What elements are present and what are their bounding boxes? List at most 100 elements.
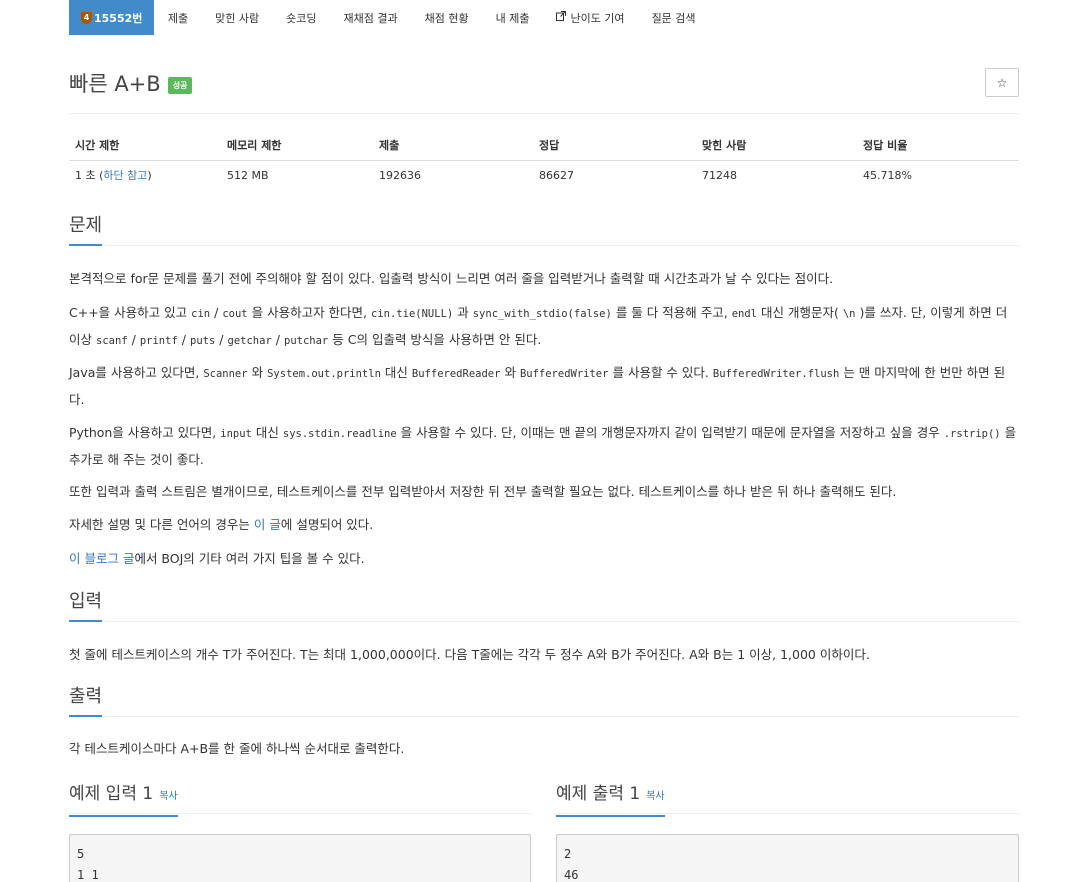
- title-row: 빠른 A+B 성공 ☆: [69, 68, 1019, 98]
- p2-text: 를 둘 다 적용해 주고,: [615, 305, 728, 320]
- p4-text: Python을 사용하고 있다면,: [69, 425, 217, 440]
- sample-input-head: 예제 입력 1 복사: [69, 780, 531, 817]
- problem-section-head: 문제: [69, 212, 1019, 246]
- sample-output-title: 예제 출력 1 복사: [556, 782, 665, 817]
- info-header-row: 시간 제한 메모리 제한 제출 정답 맞힌 사람 정답 비율: [69, 130, 1019, 161]
- p3-text: 를 사용할 수 있다.: [612, 365, 709, 380]
- memory-limit-cell: 512 MB: [227, 168, 269, 182]
- header-solved: 맞힌 사람: [696, 130, 857, 161]
- p4-text: 대신: [255, 425, 279, 440]
- p6-text: 자세한 설명 및 다른 언어의 경우는: [69, 517, 250, 532]
- external-link-icon: [556, 11, 567, 24]
- solved-cell: 71248: [702, 168, 737, 182]
- submissions-cell: 192636: [379, 168, 421, 182]
- time-limit-value: 1 초 (: [75, 169, 104, 183]
- code-sync-with-stdio: sync_with_stdio(false): [472, 308, 612, 320]
- code-scanner: Scanner: [203, 368, 248, 380]
- copy-output-link[interactable]: 복사: [646, 791, 664, 802]
- output-section-head: 출력: [69, 683, 1019, 717]
- title-divider: [69, 113, 1019, 114]
- code-getchar: getchar: [227, 335, 272, 347]
- problem-paragraph-2: C++을 사용하고 있고 cin / cout 을 사용하고자 한다면, cin.tie(…: [69, 300, 1019, 354]
- problem-paragraph-7: 이 블로그 글에서 BOJ의 기타 여러 가지 팁을 볼 수 있다.: [69, 546, 1019, 572]
- accepted-cell: 86627: [539, 168, 574, 182]
- time-limit-suffix: ): [147, 169, 152, 183]
- p2-text: 대신 개행문자(: [760, 305, 839, 320]
- star-button[interactable]: ☆: [985, 68, 1019, 97]
- star-icon: ☆: [996, 75, 1008, 90]
- code-bufferedreader: BufferedReader: [411, 368, 501, 380]
- problem-paragraph-4: Python을 사용하고 있다면, input 대신 sys.stdin.readli…: [69, 420, 1019, 473]
- problem-paragraph-6: 자세한 설명 및 다른 언어의 경우는 이 글에 설명되어 있다.: [69, 512, 1019, 538]
- p2-text: 등 C의 입출력 방식을 사용하면 안 된다.: [332, 332, 542, 347]
- p2-text: 을 사용하고자 한다면,: [251, 305, 368, 320]
- p3-text: 와: [251, 365, 264, 380]
- p6-text: 에 설명되어 있다.: [280, 517, 374, 532]
- problem-paragraph-5: 또한 입력과 출력 스트림은 별개이므로, 테스트케이스를 전부 입력받아서 저…: [69, 484, 897, 499]
- code-endl: endl: [731, 308, 757, 320]
- p4-text: 을 사용할 수 있다. 단, 이때는 맨 끝의 개행문자까지 같이 입력받기 때…: [400, 425, 940, 440]
- nav-rejudge-results[interactable]: 재채점 결과: [330, 0, 411, 35]
- code-puts: puts: [190, 335, 216, 347]
- header-time-limit: 시간 제한: [69, 130, 221, 161]
- problem-number-label: 15552번: [94, 11, 143, 25]
- code-cin-tie: cin.tie(NULL): [371, 308, 454, 320]
- code-input: input: [220, 428, 252, 440]
- blog-link[interactable]: 이 블로그 글: [69, 551, 134, 566]
- code-newline: \n: [842, 308, 856, 320]
- code-flush: BufferedWriter.flush: [712, 368, 840, 380]
- article-link[interactable]: 이 글: [254, 517, 281, 532]
- p7-text: 에서 BOJ의 기타 여러 가지 팁을 볼 수 있다.: [134, 551, 365, 566]
- input-description: 첫 줄에 테스트케이스의 개수 T가 주어진다. T는 최대 1,000,000…: [69, 647, 870, 662]
- ratio-cell: 45.718%: [863, 168, 912, 182]
- output-description: 각 테스트케이스마다 A+B를 한 줄에 하나씩 순서대로 출력한다.: [69, 741, 405, 756]
- code-scanf: scanf: [96, 335, 128, 347]
- info-row: 1 초 (하단 참고) 512 MB 192636 86627 71248 45…: [69, 160, 1019, 190]
- nav-difficulty-contribution[interactable]: 난이도 기여: [543, 0, 638, 35]
- tier-icon: 4: [81, 11, 92, 24]
- output-section-title: 출력: [69, 685, 103, 717]
- code-readline: sys.stdin.readline: [282, 428, 397, 440]
- nav-my-submissions[interactable]: 내 제출: [482, 0, 543, 35]
- p3-text: 와: [504, 365, 516, 380]
- page: 4 15552번 제출 맞힌 사람 숏코딩 재채점 결과 채점 현황 내 제출 …: [0, 0, 1072, 882]
- code-rstrip: .rstrip(): [943, 428, 1001, 440]
- header-memory-limit: 메모리 제한: [221, 130, 373, 161]
- code-bufferedwriter: BufferedWriter: [519, 368, 609, 380]
- code-printf: printf: [139, 335, 178, 347]
- time-limit-cell: 1 초 (하단 참고): [69, 160, 221, 190]
- sample-input-box[interactable]: 5 1 1: [69, 834, 531, 882]
- input-section-title: 입력: [69, 590, 103, 622]
- p3-text: Java를 사용하고 있다면,: [69, 365, 200, 380]
- problem-nav: 4 15552번 제출 맞힌 사람 숏코딩 재채점 결과 채점 현황 내 제출 …: [69, 0, 1019, 35]
- input-section-head: 입력: [69, 588, 1019, 622]
- header-accepted: 정답: [533, 130, 696, 161]
- status-badge: 성공: [167, 76, 193, 94]
- nav-difficulty-label: 난이도 기여: [570, 11, 625, 25]
- code-cout: cout: [222, 308, 248, 320]
- code-println: System.out.println: [267, 368, 381, 380]
- problem-paragraph-1: 본격적으로 for문 문제를 풀기 전에 주의해야 할 점이 있다. 입출력 방…: [69, 271, 834, 286]
- p2-text: /: [219, 332, 224, 347]
- copy-input-link[interactable]: 복사: [159, 791, 177, 802]
- header-ratio: 정답 비율: [857, 130, 1019, 161]
- nav-submit[interactable]: 제출: [154, 0, 201, 35]
- sample-input-title-text: 예제 입력 1: [69, 784, 154, 804]
- page-title: 빠른 A+B: [69, 72, 161, 96]
- header-submissions: 제출: [373, 130, 533, 161]
- nav-problem-number[interactable]: 4 15552번: [69, 0, 155, 35]
- sample-output-title-text: 예제 출력 1: [556, 784, 641, 804]
- time-limit-note-link[interactable]: 하단 참고: [103, 169, 147, 182]
- code-putchar: putchar: [284, 335, 329, 347]
- problem-info-table: 시간 제한 메모리 제한 제출 정답 맞힌 사람 정답 비율 1 초 (하단 참…: [69, 130, 1019, 190]
- sample-output-box[interactable]: 2 46: [556, 834, 1019, 882]
- nav-solvers[interactable]: 맞힌 사람: [202, 0, 273, 35]
- problem-paragraph-3: Java를 사용하고 있다면, Scanner 와 System.out.printl…: [69, 360, 1019, 413]
- nav-question-search[interactable]: 질문 검색: [638, 0, 709, 35]
- nav-short-coding[interactable]: 숏코딩: [273, 0, 330, 35]
- sample-input-title: 예제 입력 1 복사: [69, 782, 178, 817]
- p3-text: 대신: [384, 365, 408, 380]
- problem-section-title: 문제: [69, 214, 103, 246]
- p2-text: 과: [457, 305, 469, 320]
- nav-status[interactable]: 채점 현황: [411, 0, 482, 35]
